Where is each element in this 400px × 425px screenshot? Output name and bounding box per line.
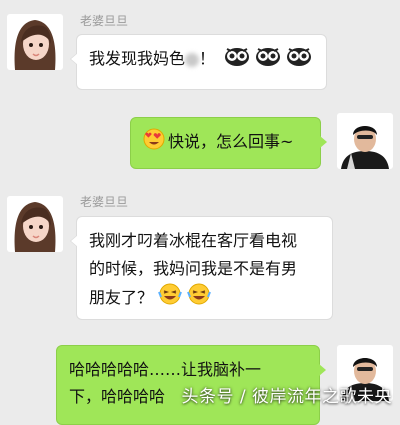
avatar-wife[interactable] <box>7 14 63 70</box>
message-text: 快说，怎么回事~ <box>168 132 294 151</box>
message-text: 我发现我妈色 <box>89 49 186 68</box>
sender-name: 老婆旦旦 <box>80 195 129 209</box>
message-bubble-outgoing[interactable]: 快说，怎么回事~ <box>130 117 327 169</box>
laughing-emoji-icon <box>187 283 212 314</box>
message-bubble-incoming[interactable]: 我刚才叼着冰棍在客厅看电视 的时候，我妈问我是不是有男 朋友了？ <box>70 216 333 320</box>
message-text: ！ <box>199 49 216 68</box>
laughing-emoji-icon <box>158 283 183 314</box>
avatar-husband[interactable] <box>337 113 393 169</box>
message-line: 哈哈哈哈哈……让我脑补一 <box>69 360 262 379</box>
owl-emoji-icon <box>255 45 281 74</box>
owl-emoji-icon <box>286 45 312 74</box>
message-line: 我刚才叼着冰棍在客厅看电视 <box>89 231 298 250</box>
heart-eyes-emoji-icon <box>143 128 165 157</box>
avatar-wife[interactable] <box>7 196 63 252</box>
message-bubble-incoming[interactable]: 我发现我妈色 ！ <box>70 34 327 90</box>
sender-name: 老婆旦旦 <box>80 14 129 28</box>
owl-emoji-icon <box>224 45 250 74</box>
blurred-emoji <box>185 52 200 67</box>
message-line: 的时候，我妈问我是不是有男 <box>89 259 298 278</box>
watermark: 头条号 / 彼岸流年之歌未央 <box>181 387 392 407</box>
message-line: 朋友了？ <box>89 288 154 307</box>
